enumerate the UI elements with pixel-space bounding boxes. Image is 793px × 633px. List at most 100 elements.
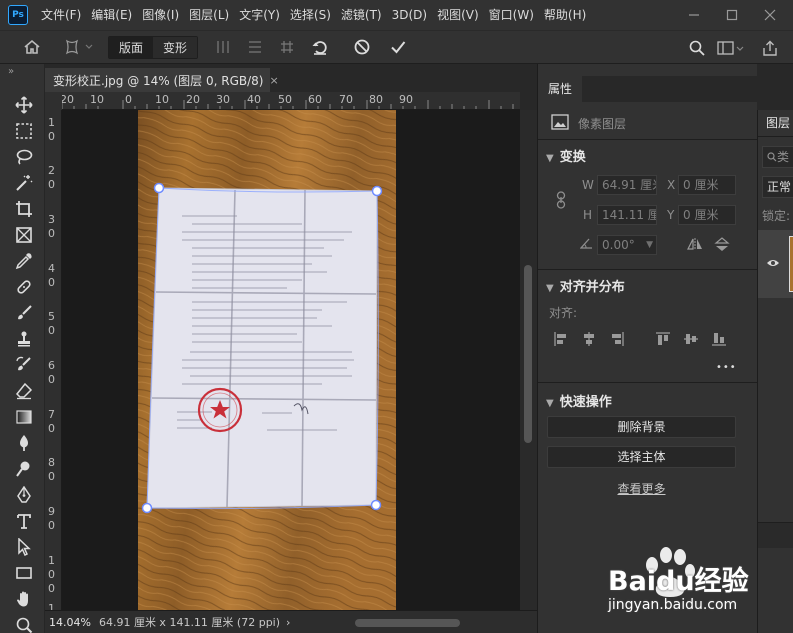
hand-tool-icon[interactable] <box>13 588 35 610</box>
see-more-link[interactable]: 查看更多 <box>538 480 745 497</box>
layer-row[interactable] <box>758 230 793 298</box>
menu-help[interactable]: 帮助(H) <box>539 0 591 30</box>
rectangle-tool-icon[interactable] <box>13 562 35 584</box>
height-field[interactable]: 141.11 厘米 <box>597 205 657 225</box>
blur-tool-icon[interactable] <box>13 432 35 454</box>
marquee-tool-icon[interactable] <box>13 120 35 142</box>
dodge-tool-icon[interactable] <box>13 458 35 480</box>
gradient-tool-icon[interactable] <box>13 406 35 428</box>
workspace-switcher-icon[interactable] <box>716 38 746 58</box>
section-quick-actions[interactable]: ▼ 快速操作 <box>546 391 612 410</box>
ruler-left-label: 9 <box>48 505 55 518</box>
align-horizontal-centers-icon[interactable] <box>581 331 597 347</box>
eraser-tool-icon[interactable] <box>13 380 35 402</box>
menu-type[interactable]: 文字(Y) <box>234 0 285 30</box>
ruler-left-label: 7 <box>48 408 55 421</box>
split-vertical-icon[interactable] <box>214 38 232 56</box>
warp-handle-top-right[interactable] <box>371 185 383 197</box>
collapse-panel-icon[interactable]: » <box>8 66 14 77</box>
brush-tool-icon[interactable] <box>13 302 35 324</box>
ruler-left-label: 0 <box>48 130 55 143</box>
document-tab[interactable]: 变形校正.jpg @ 14% (图层 0, RGB/8) × <box>45 68 279 92</box>
horizontal-scroll-thumb[interactable] <box>355 619 460 627</box>
align-right-edges-icon[interactable] <box>609 331 625 347</box>
mode-transform-button[interactable]: 变形 <box>153 36 198 58</box>
maximize-icon[interactable] <box>714 0 750 30</box>
align-vertical-centers-icon[interactable] <box>683 331 699 347</box>
flip-vertical-icon[interactable] <box>714 236 730 252</box>
y-position-field[interactable]: 0 厘米 <box>678 205 736 225</box>
tab-layers[interactable]: 图层 <box>758 110 793 136</box>
healing-brush-tool-icon[interactable] <box>13 276 35 298</box>
remove-background-button[interactable]: 删除背景 <box>547 416 736 438</box>
menu-edit[interactable]: 编辑(E) <box>86 0 137 30</box>
path-selection-tool-icon[interactable] <box>13 536 35 558</box>
reset-warp-icon[interactable] <box>310 37 330 57</box>
frame-tool-icon[interactable] <box>13 224 35 246</box>
search-icon[interactable] <box>687 38 707 58</box>
select-subject-button[interactable]: 选择主体 <box>547 446 736 468</box>
zoom-tool-icon[interactable] <box>13 614 35 633</box>
tab-properties[interactable]: 属性 <box>538 76 583 102</box>
menu-layer[interactable]: 图层(L) <box>184 0 234 30</box>
section-align-distribute[interactable]: ▼ 对齐并分布 <box>546 276 625 295</box>
ruler-left-label: 4 <box>48 262 55 275</box>
menu-select[interactable]: 选择(S) <box>285 0 336 30</box>
ruler-horizontal[interactable]: 20 10 0 10 20 30 40 50 60 70 80 90 <box>62 92 520 110</box>
split-cross-icon[interactable] <box>278 38 296 56</box>
menu-window[interactable]: 窗口(W) <box>484 0 539 30</box>
flip-horizontal-icon[interactable] <box>686 237 704 251</box>
ruler-origin[interactable] <box>45 92 62 110</box>
share-icon[interactable] <box>760 38 780 58</box>
home-icon[interactable] <box>22 37 42 57</box>
close-window-icon[interactable] <box>752 0 788 30</box>
more-options-icon[interactable]: ••• <box>716 362 737 373</box>
minimize-icon[interactable] <box>676 0 712 30</box>
move-tool-icon[interactable] <box>13 94 35 116</box>
eye-icon[interactable] <box>766 257 780 267</box>
type-tool-icon[interactable] <box>13 510 35 532</box>
angle-field[interactable]: 0.00° ▼ <box>597 235 657 255</box>
clone-stamp-tool-icon[interactable] <box>13 328 35 350</box>
warp-handle-bottom-right[interactable] <box>370 499 382 511</box>
warp-handle-top-left[interactable] <box>153 182 165 194</box>
layer-filter-search[interactable]: 类 <box>762 146 793 168</box>
x-label: X <box>667 178 676 192</box>
pixel-layer-icon <box>551 114 569 130</box>
status-menu-arrow-icon[interactable]: › <box>286 616 290 629</box>
align-top-edges-icon[interactable] <box>655 331 671 347</box>
menu-3d[interactable]: 3D(D) <box>387 0 432 30</box>
ruler-vertical[interactable]: 1 0 2 0 3 0 4 0 5 0 6 0 7 0 8 0 9 0 1 0 … <box>45 110 62 610</box>
menu-file[interactable]: 文件(F) <box>36 0 86 30</box>
align-left-edges-icon[interactable] <box>553 331 569 347</box>
split-horizontal-icon[interactable] <box>246 38 264 56</box>
width-field[interactable]: 64.91 厘米 <box>597 175 657 195</box>
ruler-left-label: 0 <box>48 582 55 595</box>
mode-layout-button[interactable]: 版面 <box>109 36 154 58</box>
blend-mode-select[interactable]: 正常 <box>762 176 793 198</box>
pen-tool-icon[interactable] <box>13 484 35 506</box>
link-dimensions-icon[interactable] <box>555 191 567 209</box>
eyedropper-tool-icon[interactable] <box>13 250 35 272</box>
close-document-icon[interactable]: × <box>270 74 279 87</box>
vertical-scroll-thumb[interactable] <box>524 265 532 443</box>
lasso-tool-icon[interactable] <box>13 146 35 168</box>
crop-tool-icon[interactable] <box>13 198 35 220</box>
commit-transform-icon[interactable] <box>388 37 408 57</box>
ruler-top-label: 10 <box>90 93 104 106</box>
menu-filter[interactable]: 滤镜(T) <box>336 0 387 30</box>
zoom-level[interactable]: 14.04% <box>49 616 91 629</box>
warp-tool-preset-icon[interactable] <box>62 36 98 58</box>
menu-view[interactable]: 视图(V) <box>432 0 484 30</box>
menu-image[interactable]: 图像(I) <box>137 0 184 30</box>
document-canvas[interactable] <box>62 110 520 610</box>
section-transform[interactable]: ▼ 变换 <box>546 146 586 165</box>
photoshop-logo-icon: Ps <box>8 5 28 25</box>
cancel-transform-icon[interactable] <box>352 37 372 57</box>
history-brush-tool-icon[interactable] <box>13 354 35 376</box>
warp-handle-bottom-left[interactable] <box>141 502 153 514</box>
canvas-vertical-scrollbar[interactable] <box>520 110 537 610</box>
align-bottom-edges-icon[interactable] <box>711 331 727 347</box>
x-position-field[interactable]: 0 厘米 <box>678 175 736 195</box>
magic-wand-tool-icon[interactable] <box>13 172 35 194</box>
